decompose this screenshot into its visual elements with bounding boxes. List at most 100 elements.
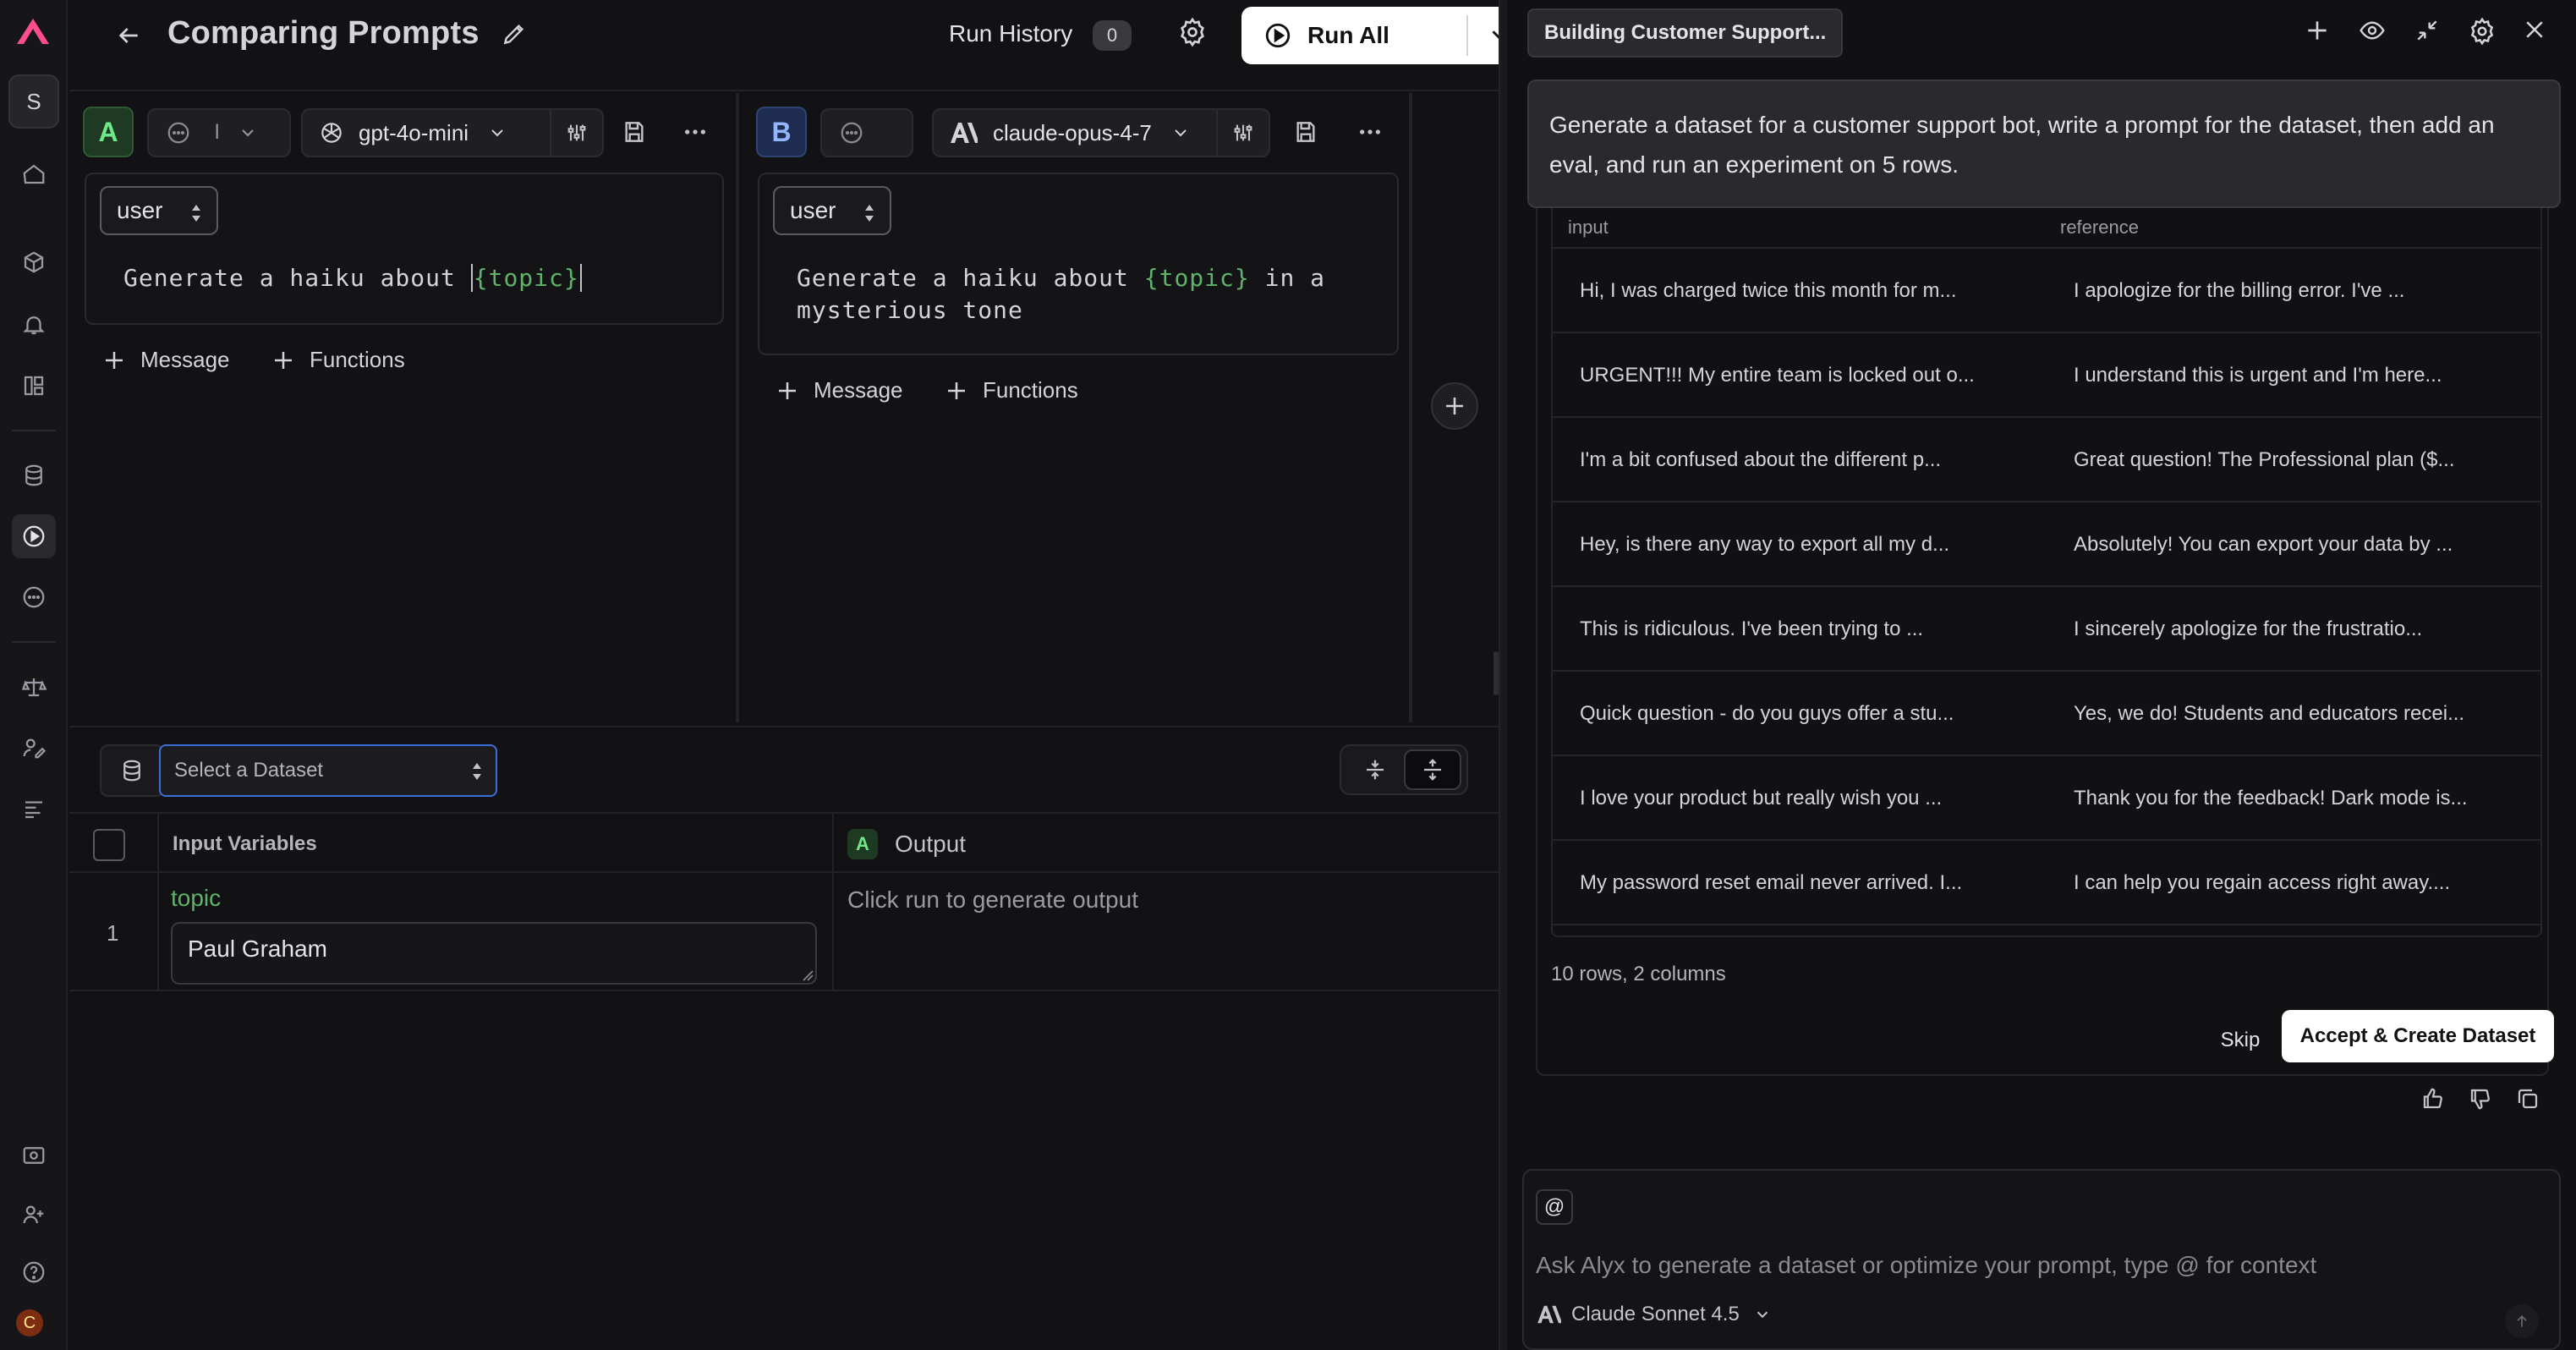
dataset-select[interactable]: Select a Dataset	[159, 744, 497, 797]
prompt-text: mysterious tone	[797, 296, 1023, 324]
minimize-icon[interactable]	[2414, 17, 2441, 44]
run-history-count: 0	[1093, 20, 1132, 51]
role-select[interactable]: user	[773, 186, 891, 235]
prompt-editor[interactable]: Generate a haiku about {topic} in a myst…	[797, 262, 1325, 327]
resize-grip-icon[interactable]	[802, 969, 814, 981]
table-row[interactable]: Quick question - do you guys offer a stu…	[1553, 672, 2540, 756]
help-icon[interactable]	[12, 1250, 56, 1294]
openai-icon	[318, 119, 345, 146]
user-avatar[interactable]: C	[16, 1309, 43, 1336]
list-icon[interactable]	[12, 787, 56, 831]
chat-input[interactable]	[1536, 1245, 2534, 1286]
variable-value: Paul Graham	[188, 936, 327, 962]
cell-input: URGENT!!! My entire team is locked out o…	[1580, 364, 1975, 387]
plus-icon	[944, 378, 969, 403]
table-row[interactable]: This is ridiculous. I've been trying to …	[1553, 587, 2540, 672]
add-user-icon[interactable]	[12, 1193, 56, 1237]
workspace-switcher[interactable]: S	[8, 74, 59, 129]
dataset-select-placeholder: Select a Dataset	[174, 759, 324, 782]
thumbs-up-icon[interactable]	[2420, 1086, 2446, 1111]
plus-icon[interactable]	[2304, 17, 2331, 44]
database-icon[interactable]	[100, 744, 164, 797]
column-divider	[832, 814, 834, 871]
table-row[interactable]: I'm a bit confused about the different p…	[1553, 418, 2540, 502]
row-number: 1	[107, 920, 119, 946]
chevron-down-icon	[238, 123, 258, 143]
chat-composer: @ Claude Sonnet 4.5	[1522, 1169, 2561, 1350]
message-type-select[interactable]: l	[147, 108, 291, 157]
expand-rows-icon[interactable]	[1404, 749, 1461, 790]
sliders-icon[interactable]	[550, 110, 602, 156]
gear-icon[interactable]	[2468, 17, 2497, 46]
output-label: Output	[895, 831, 967, 857]
cell-input: Quick question - do you guys offer a stu…	[1580, 702, 1954, 725]
save-icon[interactable]	[1292, 118, 1319, 145]
select-all-checkbox[interactable]	[93, 829, 125, 861]
add-message-button[interactable]: Message	[101, 347, 230, 373]
variable-name: topic	[171, 885, 222, 911]
add-functions-label: Functions	[983, 377, 1078, 403]
thumbs-down-icon[interactable]	[2468, 1086, 2493, 1111]
save-icon[interactable]	[621, 118, 648, 145]
table-row[interactable]: I love your product but really wish you …	[1553, 756, 2540, 841]
message-type-select[interactable]	[820, 108, 913, 157]
model-select[interactable]: claude-opus-4-7	[932, 108, 1270, 157]
table-row[interactable]: Hey, is there any way to export all my d…	[1553, 502, 2540, 587]
button-divider	[1466, 15, 1468, 56]
send-arrow-icon[interactable]	[2505, 1304, 2539, 1338]
chat-icon[interactable]	[12, 575, 56, 619]
eye-icon[interactable]	[2358, 17, 2387, 44]
updown-icon	[863, 203, 876, 223]
playground-icon[interactable]	[12, 514, 56, 558]
bell-icon[interactable]	[12, 303, 56, 347]
add-pane-button[interactable]	[1431, 382, 1478, 430]
cell-input: I'm a bit confused about the different p…	[1580, 448, 1942, 471]
add-functions-button[interactable]: Functions	[271, 347, 405, 373]
back-arrow-icon[interactable]	[107, 17, 151, 54]
conversation-tab[interactable]: Building Customer Support...	[1527, 8, 1844, 58]
database-icon[interactable]	[12, 453, 56, 497]
column-divider	[157, 814, 159, 871]
add-functions-button[interactable]: Functions	[944, 377, 1078, 403]
prompt-editor[interactable]: Generate a haiku about {topic}	[123, 262, 582, 294]
column-divider	[157, 873, 159, 990]
table-row: 1 topic Paul Graham Click run to generat…	[69, 873, 1499, 991]
chevron-down-icon	[487, 123, 507, 143]
role-select[interactable]: user	[100, 186, 218, 235]
variable-value-input[interactable]: Paul Graham	[171, 922, 817, 985]
message-block: user Generate a haiku about {topic}	[85, 173, 724, 325]
more-horizontal-icon[interactable]	[1355, 118, 1385, 145]
copy-icon[interactable]	[2515, 1086, 2540, 1111]
run-all-button[interactable]: Run All	[1241, 7, 1536, 64]
pencil-icon[interactable]	[501, 20, 528, 47]
collapse-rows-icon[interactable]	[1346, 749, 1404, 790]
home-icon[interactable]	[12, 152, 56, 196]
gear-icon[interactable]	[1177, 17, 1208, 47]
cube-icon[interactable]	[12, 240, 56, 284]
table-row[interactable]: My password reset email never arrived. I…	[1553, 841, 2540, 925]
more-horizontal-icon[interactable]	[680, 118, 710, 145]
mention-context-button[interactable]: @	[1536, 1189, 1573, 1225]
close-icon[interactable]	[2522, 17, 2547, 42]
table-row[interactable]: URGENT!!! My entire team is locked out o…	[1553, 333, 2540, 418]
grid-header: Input Variables A Output	[69, 812, 1499, 873]
layout-icon[interactable]	[12, 364, 56, 408]
add-message-button[interactable]: Message	[775, 377, 903, 403]
run-history-button[interactable]: Run History	[949, 20, 1072, 47]
model-select[interactable]: gpt-4o-mini	[301, 108, 604, 157]
plus-icon	[775, 378, 800, 403]
app-logo[interactable]	[14, 14, 52, 47]
settings-panel-icon[interactable]	[12, 1133, 56, 1177]
output-placeholder: Click run to generate output	[847, 886, 1138, 913]
accept-create-dataset-button[interactable]: Accept & Create Dataset	[2282, 1010, 2554, 1062]
skip-button[interactable]: Skip	[2204, 1017, 2277, 1064]
scale-icon[interactable]	[12, 665, 56, 709]
user-edit-icon[interactable]	[12, 726, 56, 770]
prompt-variable: {topic}	[1143, 264, 1250, 292]
top-header: Comparing Prompts Run History 0 Run All	[69, 0, 1536, 91]
table-row[interactable]: Hi, I was charged twice this month for m…	[1553, 249, 2540, 333]
assistant-model-select[interactable]: Claude Sonnet 4.5	[1536, 1303, 1772, 1326]
rows-meta: 10 rows, 2 columns	[1551, 963, 1726, 985]
cell-input: Hi, I was charged twice this month for m…	[1580, 279, 1957, 302]
sliders-icon[interactable]	[1216, 110, 1269, 156]
